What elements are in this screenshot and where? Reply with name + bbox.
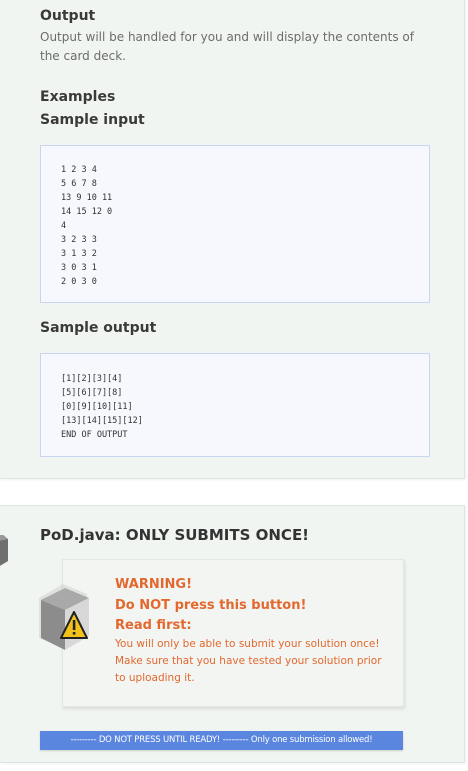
sample-output-heading: Sample output <box>40 320 157 336</box>
output-heading: Output <box>40 8 96 24</box>
warning-cube-icon <box>29 582 107 662</box>
sample-output-box: [1][2][3][4] [5][6][7][8] [0][9][10][11]… <box>40 353 430 457</box>
sample-input-code: 1 2 3 4 5 6 7 8 13 9 10 11 14 15 12 0 4 … <box>61 165 113 287</box>
submission-title: PoD.java: ONLY SUBMITS ONCE! <box>40 526 310 544</box>
examples-heading: Examples <box>40 89 116 105</box>
warning-title: WARNING! <box>115 577 193 592</box>
sample-output-code: [1][2][3][4] [5][6][7][8] [0][9][10][11]… <box>61 374 143 440</box>
warning-body: You will only be able to submit your sol… <box>115 638 382 684</box>
output-description: Output will be handled for you and will … <box>40 30 414 63</box>
warning-subtitle: Do NOT press this button! <box>115 598 307 613</box>
sample-input-heading: Sample input <box>40 112 145 128</box>
sample-input-box: 1 2 3 4 5 6 7 8 13 9 10 11 14 15 12 0 4 … <box>40 145 430 303</box>
submit-button[interactable]: --------- DO NOT PRESS UNTIL READY! ----… <box>40 731 403 750</box>
problem-description-card: Output Output will be handled for you an… <box>0 0 465 479</box>
read-first-label: Read first: <box>115 618 192 633</box>
submission-cube-icon <box>0 532 10 575</box>
warning-panel: WARNING! Do NOT press this button! Read … <box>39 559 404 707</box>
